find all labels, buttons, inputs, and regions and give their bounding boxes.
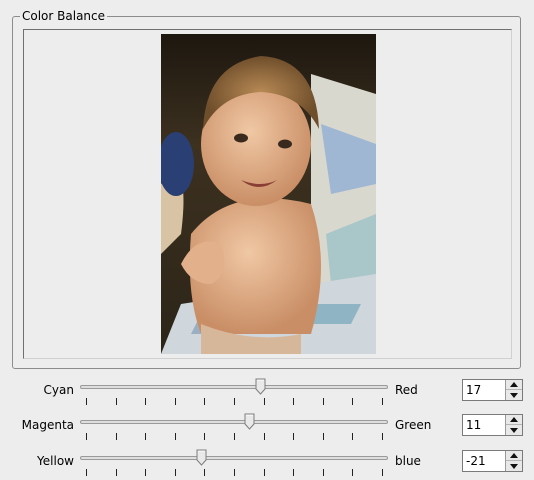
- spinbox-cyan-red[interactable]: 17: [462, 379, 523, 401]
- label-cyan: Cyan: [43, 383, 74, 397]
- tick-mark: [116, 398, 117, 405]
- tick-mark: [175, 433, 176, 440]
- tick-mark: [382, 469, 383, 476]
- tick-mark: [234, 433, 235, 440]
- tick-mark: [175, 469, 176, 476]
- tick-mark: [352, 469, 353, 476]
- baby-photo-icon: [161, 34, 376, 354]
- slider-handle[interactable]: [196, 449, 207, 466]
- arrow-down-icon[interactable]: [506, 425, 522, 435]
- label-magenta: Magenta: [21, 418, 74, 432]
- tick-mark: [86, 469, 87, 476]
- spinbox-value: 11: [466, 418, 482, 432]
- spinbox-magenta-green[interactable]: 11: [462, 414, 523, 436]
- tick-mark: [86, 398, 87, 405]
- tick-marks: [86, 433, 383, 441]
- tick-mark: [234, 469, 235, 476]
- tick-mark: [145, 433, 146, 440]
- tick-mark: [264, 469, 265, 476]
- arrow-up-icon[interactable]: [506, 415, 522, 425]
- tick-mark: [293, 398, 294, 405]
- spinbox-value: 17: [466, 383, 482, 397]
- tick-mark: [293, 469, 294, 476]
- tick-mark: [234, 398, 235, 405]
- tick-mark: [204, 398, 205, 405]
- tick-mark: [323, 433, 324, 440]
- tick-mark: [323, 398, 324, 405]
- slider-track-magenta-green[interactable]: [80, 420, 388, 424]
- slider-track-yellow-blue[interactable]: [80, 456, 388, 460]
- arrow-down-icon[interactable]: [506, 390, 522, 400]
- arrow-up-icon[interactable]: [506, 380, 522, 390]
- tick-mark: [86, 433, 87, 440]
- group-title: Color Balance: [20, 9, 108, 23]
- tick-mark: [264, 398, 265, 405]
- tick-mark: [264, 433, 265, 440]
- spinbox-yellow-blue[interactable]: -21: [462, 450, 523, 472]
- tick-marks: [86, 398, 383, 406]
- label-yellow: Yellow: [37, 454, 74, 468]
- tick-mark: [382, 398, 383, 405]
- slider-track-cyan-red[interactable]: [80, 385, 388, 389]
- tick-mark: [204, 433, 205, 440]
- tick-mark: [323, 469, 324, 476]
- arrow-down-icon[interactable]: [506, 461, 522, 471]
- tick-mark: [145, 469, 146, 476]
- label-red: Red: [395, 383, 418, 397]
- tick-mark: [204, 469, 205, 476]
- label-blue: blue: [395, 454, 421, 468]
- slider-handle[interactable]: [244, 413, 255, 430]
- arrow-up-icon[interactable]: [506, 451, 522, 461]
- tick-marks: [86, 469, 383, 477]
- tick-mark: [352, 433, 353, 440]
- spinbox-value: -21: [466, 454, 486, 468]
- tick-mark: [293, 433, 294, 440]
- label-green: Green: [395, 418, 432, 432]
- tick-mark: [116, 469, 117, 476]
- tick-mark: [145, 398, 146, 405]
- tick-mark: [382, 433, 383, 440]
- preview-image: [161, 34, 376, 354]
- tick-mark: [352, 398, 353, 405]
- slider-handle[interactable]: [255, 378, 266, 395]
- tick-mark: [116, 433, 117, 440]
- tick-mark: [175, 398, 176, 405]
